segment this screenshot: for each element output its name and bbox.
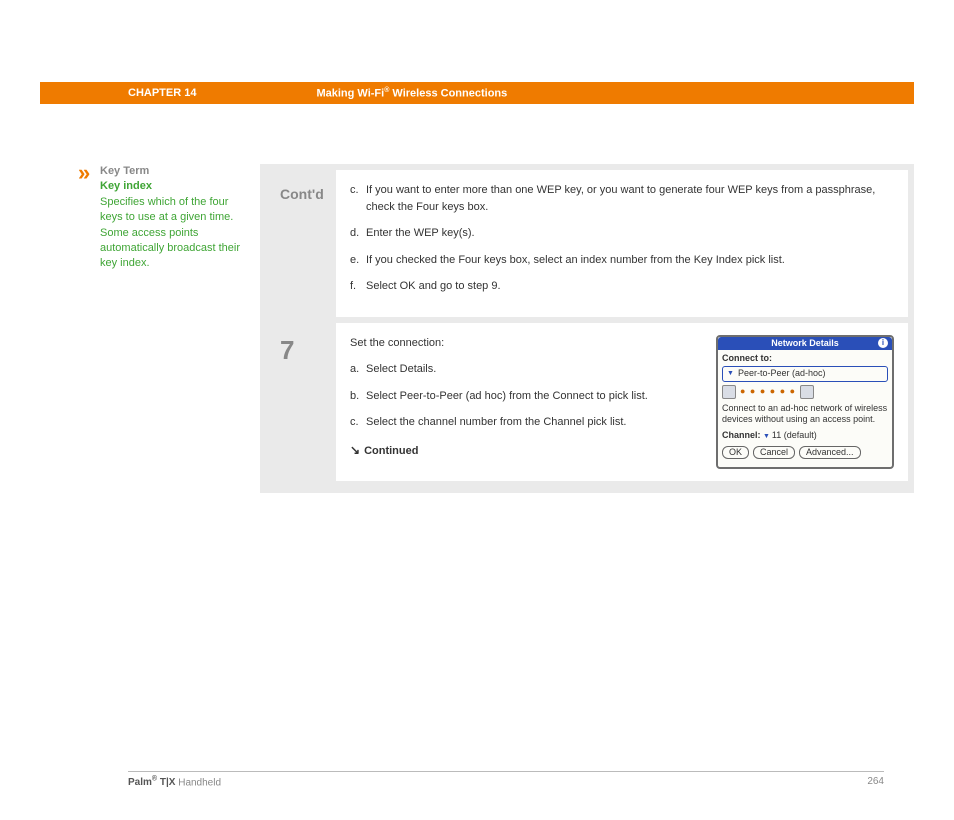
device-connect-value: Peer-to-Peer (ad-hoc) <box>738 368 826 380</box>
signal-dots-icon: ● ● ● ● ● ● <box>740 386 796 398</box>
device-connect-label: Connect to: <box>722 353 888 365</box>
computer-icon <box>800 385 814 399</box>
info-icon: i <box>878 338 888 348</box>
page-number: 264 <box>867 776 884 788</box>
device-signal-row: ● ● ● ● ● ● <box>722 385 888 399</box>
pda-icon <box>722 385 736 399</box>
device-title-text: Network Details <box>771 338 839 350</box>
keyterm-name: Key index <box>100 179 240 194</box>
step-contd-body: c.If you want to enter more than one WEP… <box>336 170 908 317</box>
step-7-item: a.Select Details. <box>350 361 704 378</box>
chevron-down-icon: ▼ <box>727 369 734 378</box>
steps-panel: Cont'd c.If you want to enter more than … <box>260 164 914 493</box>
step-contd: Cont'd c.If you want to enter more than … <box>266 170 908 317</box>
keyterm-label: Key Term <box>100 164 240 179</box>
chapter-header: CHAPTER 14 Making Wi-Fi® Wireless Connec… <box>40 82 914 104</box>
device-connect-dropdown[interactable]: ▼ Peer-to-Peer (ad-hoc) <box>722 366 888 382</box>
step-7-intro: Set the connection: <box>350 335 704 352</box>
step-contd-item: f.Select OK and go to step 9. <box>350 278 894 295</box>
device-ok-button[interactable]: OK <box>722 446 749 460</box>
device-description: Connect to an ad-hoc network of wireless… <box>722 403 888 426</box>
step-contd-item: e.If you checked the Four keys box, sele… <box>350 252 894 269</box>
continued-marker: ↘Continued <box>350 441 704 460</box>
device-advanced-button[interactable]: Advanced... <box>799 446 861 460</box>
step-contd-item: c.If you want to enter more than one WEP… <box>350 182 894 215</box>
sidebar-keyterm: » Key Term Key index Specifies which of … <box>40 164 260 493</box>
device-channel-row: Channel: ▼ 11 (default) <box>722 430 888 442</box>
footer-brand: Palm® T|X Handheld <box>128 776 221 788</box>
step-7-item: c.Select the channel number from the Cha… <box>350 414 704 431</box>
chapter-label: CHAPTER 14 <box>128 87 196 99</box>
step-7: 7 Set the connection: a.Select Details. … <box>266 323 908 482</box>
keyterm-description: Specifies which of the four keys to use … <box>100 195 240 272</box>
device-cancel-button[interactable]: Cancel <box>753 446 795 460</box>
device-titlebar: Network Details i <box>718 337 892 351</box>
step-contd-item: d.Enter the WEP key(s). <box>350 225 894 242</box>
step-7-body: Set the connection: a.Select Details. b.… <box>336 323 908 482</box>
device-screenshot: Network Details i Connect to: ▼ Peer-to-… <box>716 335 894 470</box>
step-number-contd: Cont'd <box>266 170 336 317</box>
chevron-down-icon[interactable]: ▼ <box>763 433 772 440</box>
step-number-7: 7 <box>266 323 336 482</box>
arrow-down-right-icon: ↘ <box>350 443 360 457</box>
keyterm-marker-icon: » <box>78 158 90 189</box>
step-7-item: b.Select Peer-to-Peer (ad hoc) from the … <box>350 388 704 405</box>
page-footer: Palm® T|X Handheld 264 <box>128 771 884 788</box>
chapter-title: Making Wi-Fi® Wireless Connections <box>316 87 507 100</box>
